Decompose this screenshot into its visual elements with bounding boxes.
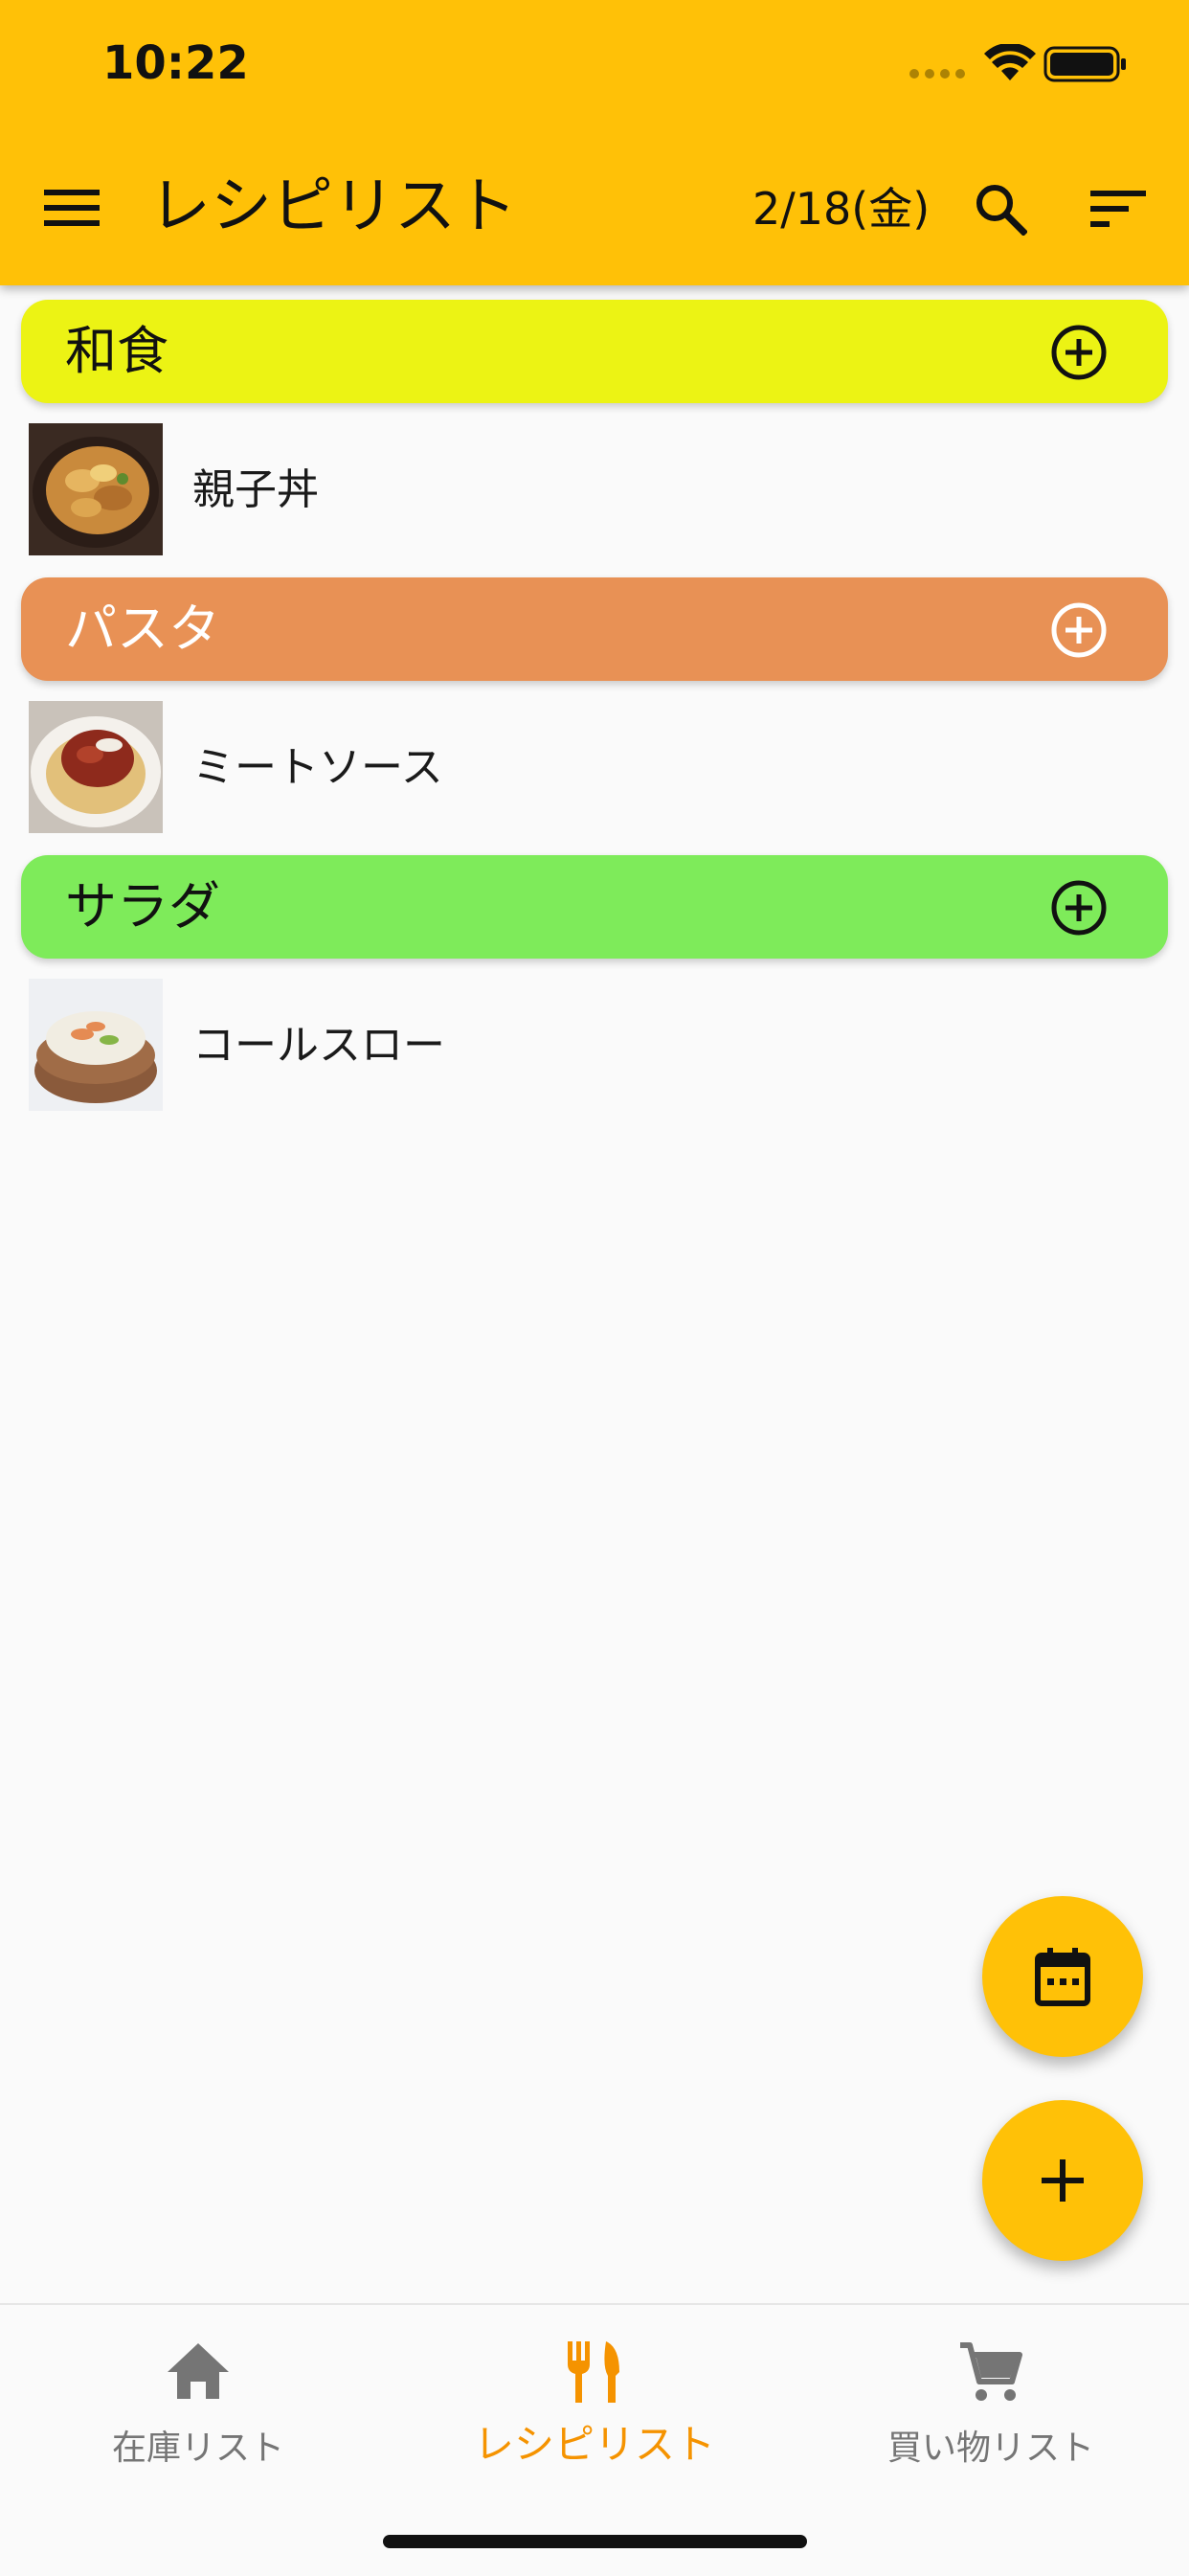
recipe-item[interactable]: コールスロー bbox=[0, 969, 1189, 1122]
sort-button[interactable] bbox=[1080, 170, 1156, 247]
calendar-icon bbox=[1035, 1948, 1090, 2006]
status-time: 10:22 bbox=[102, 36, 249, 90]
nav-label: 在庫リスト bbox=[111, 2429, 284, 2468]
search-button[interactable] bbox=[962, 170, 1039, 247]
category-label: 和食 bbox=[65, 321, 168, 381]
nav-label: 買い物リスト bbox=[886, 2429, 1094, 2468]
calendar-fab[interactable] bbox=[982, 1896, 1143, 2057]
cellular-signal-icon bbox=[909, 69, 967, 79]
page-title: レシピリスト bbox=[149, 171, 517, 242]
home-icon bbox=[168, 2343, 229, 2399]
recipe-name: 親子丼 bbox=[192, 465, 319, 514]
fork-knife-icon bbox=[568, 2341, 619, 2403]
category-label: サラダ bbox=[65, 876, 220, 937]
add-circle-icon[interactable] bbox=[1049, 323, 1109, 382]
sort-icon bbox=[1090, 191, 1146, 227]
nav-item-recipes[interactable]: レシピリスト bbox=[396, 2324, 793, 2468]
nav-item-shopping[interactable]: 買い物リスト bbox=[793, 2324, 1189, 2468]
battery-icon bbox=[1043, 46, 1126, 82]
meat-sauce-pasta-photo bbox=[29, 701, 163, 833]
add-circle-icon[interactable] bbox=[1049, 878, 1109, 938]
status-icons bbox=[909, 44, 1130, 82]
recipe-item[interactable]: ミートソース bbox=[0, 691, 1189, 845]
app-bar: 10:22 レシピリスト 2/18(金) bbox=[0, 0, 1189, 285]
nav-item-inventory[interactable]: 在庫リスト bbox=[0, 2324, 396, 2468]
date-label: 2/18(金) bbox=[752, 183, 931, 235]
search-icon bbox=[976, 185, 1027, 236]
menu-button[interactable] bbox=[34, 170, 109, 245]
nav-label: レシピリスト bbox=[473, 2421, 715, 2468]
hamburger-icon bbox=[44, 190, 100, 226]
recipe-name: ミートソース bbox=[192, 743, 443, 792]
oyakodon-photo bbox=[29, 423, 163, 555]
add-circle-icon[interactable] bbox=[1049, 600, 1109, 660]
home-indicator bbox=[383, 2535, 807, 2548]
recipe-item[interactable]: 親子丼 bbox=[0, 414, 1189, 567]
category-pasta[interactable]: パスタ bbox=[21, 577, 1168, 681]
coleslaw-photo bbox=[29, 979, 163, 1111]
category-salad[interactable]: サラダ bbox=[21, 855, 1168, 959]
category-label: パスタ bbox=[65, 599, 220, 659]
wifi-icon bbox=[984, 44, 1036, 80]
cart-icon bbox=[960, 2342, 1022, 2401]
category-washoku[interactable]: 和食 bbox=[21, 300, 1168, 403]
recipe-name: コールスロー bbox=[192, 1021, 445, 1070]
plus-icon bbox=[1042, 2159, 1084, 2202]
add-recipe-fab[interactable] bbox=[982, 2100, 1143, 2261]
